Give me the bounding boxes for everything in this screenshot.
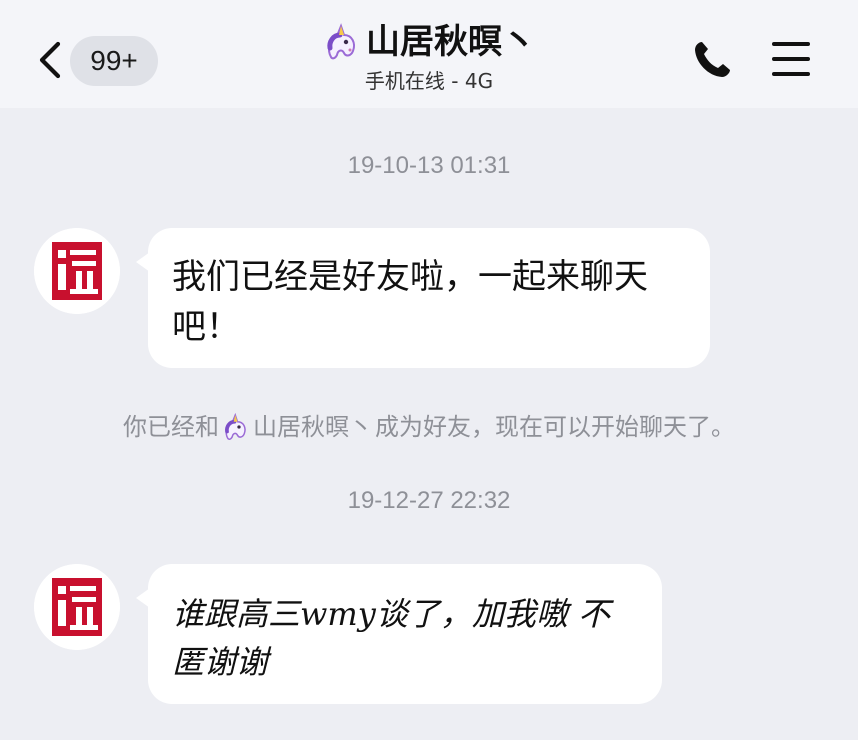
phone-icon[interactable] bbox=[690, 38, 734, 82]
unicorn-emoji-icon bbox=[327, 23, 355, 60]
message-bubble[interactable]: 我们已经是好友啦，一起来聊天吧！ bbox=[136, 228, 710, 368]
message-timestamp: 19-12-27 22:32 bbox=[347, 487, 511, 514]
hamburger-menu-icon[interactable] bbox=[768, 36, 814, 82]
contact-avatar[interactable] bbox=[34, 228, 120, 314]
message-timestamp: 19-10-13 01:31 bbox=[347, 152, 511, 179]
message-bubble[interactable]: 谁跟高三wmy谈了，加我嗷 不匿谢谢 bbox=[136, 564, 662, 704]
notice-prefix: 你已经和 bbox=[123, 413, 219, 441]
avatar-logo-icon bbox=[34, 228, 120, 314]
contact-name: 山居秋暝丶 bbox=[366, 22, 536, 62]
chat-header: 99+ 山居秋暝丶 手机在线 - 4G bbox=[0, 0, 858, 108]
contact-avatar[interactable] bbox=[34, 564, 120, 650]
avatar-logo-icon bbox=[34, 564, 120, 650]
system-notice: 你已经和 山居秋暝丶 成为好友，现在可以开始聊天了。 bbox=[0, 410, 858, 444]
notice-suffix: 成为好友，现在可以开始聊天了。 bbox=[375, 413, 735, 441]
notice-contact-name: 山居秋暝丶 bbox=[253, 413, 373, 441]
unicorn-emoji-icon bbox=[225, 412, 246, 440]
